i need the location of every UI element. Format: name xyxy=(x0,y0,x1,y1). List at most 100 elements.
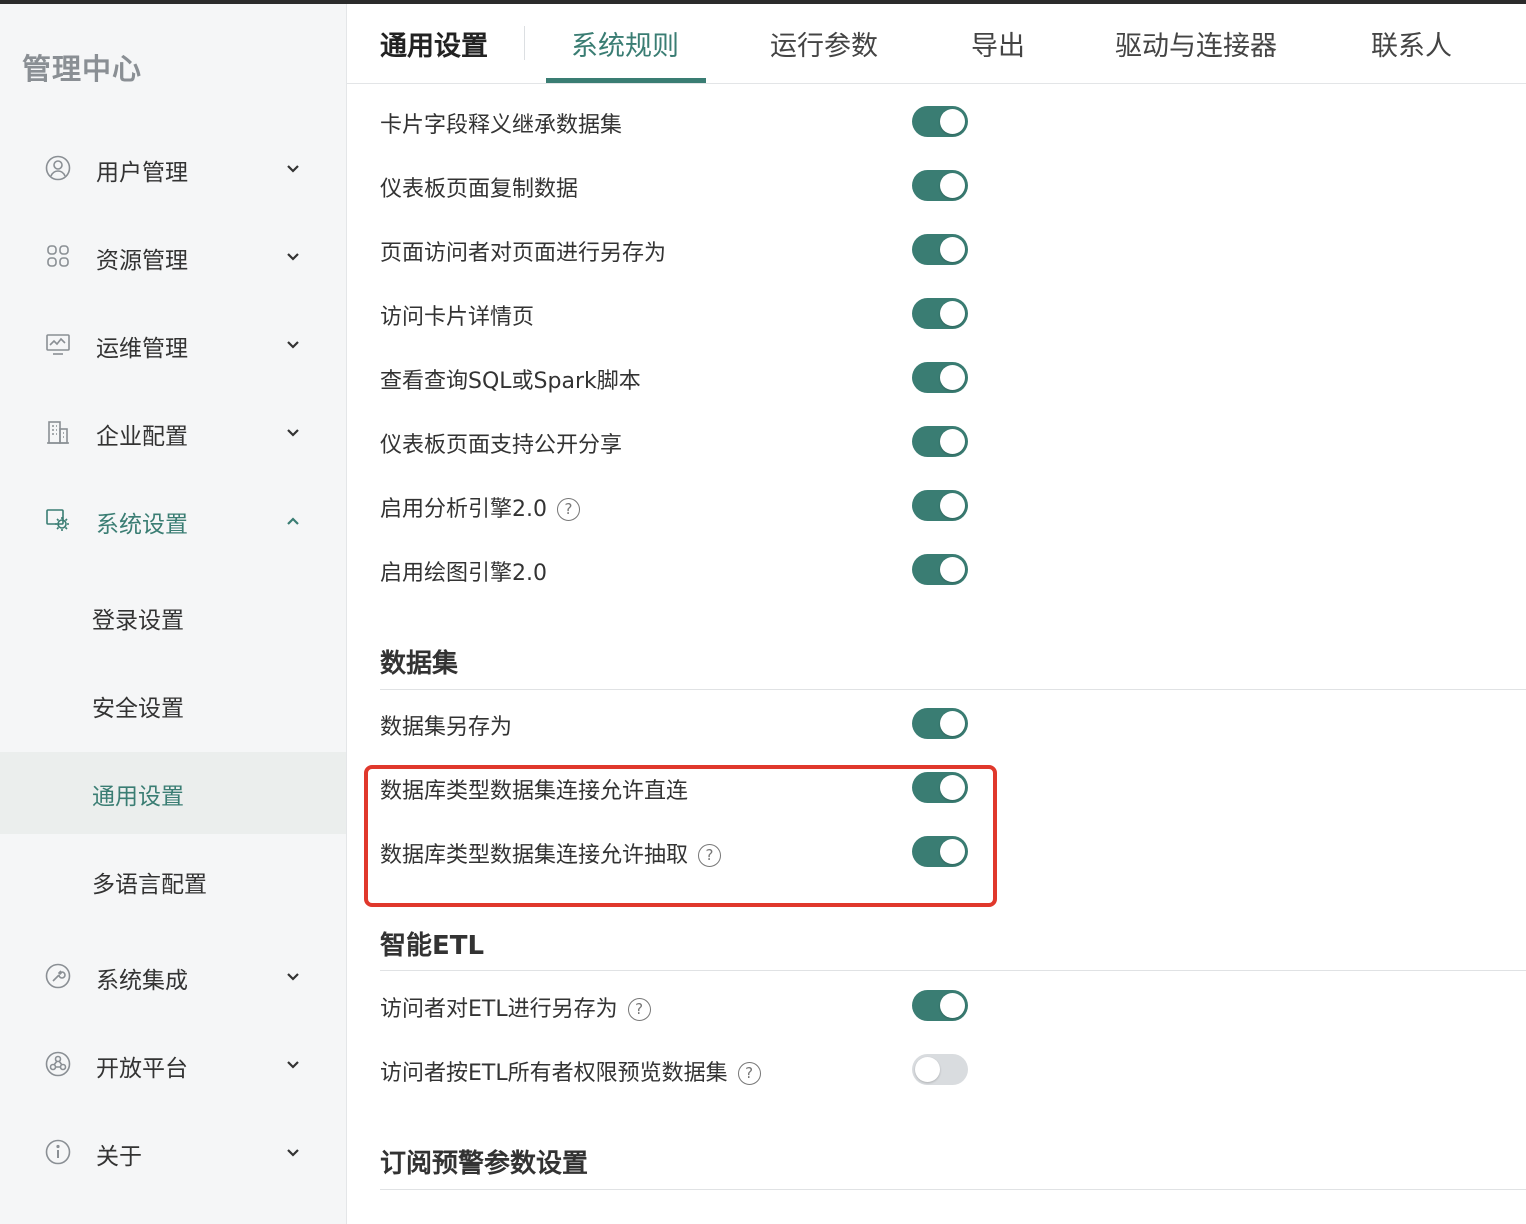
tab-contacts[interactable]: 联系人 xyxy=(1371,24,1452,63)
setting-row: 仪表板页面复制数据 xyxy=(380,165,1000,205)
toggle-knob xyxy=(940,109,965,134)
chevron-down-icon xyxy=(287,1149,299,1157)
chevron-down-icon xyxy=(287,973,299,981)
sidebar-item-label: 运维管理 xyxy=(96,336,188,362)
tab-system-rules[interactable]: 系统规则 xyxy=(571,24,679,63)
sidebar-subitem-login-settings[interactable]: 登录设置 xyxy=(0,576,346,658)
setting-row: 卡片字段释义继承数据集 xyxy=(380,101,1000,141)
sidebar-item-label: 系统设置 xyxy=(96,512,188,538)
setting-toggle[interactable] xyxy=(912,298,968,329)
sidebar-item-system-settings[interactable]: 系统设置 xyxy=(0,490,347,550)
chevron-down-icon xyxy=(287,253,299,261)
setting-label: 启用绘图引擎2.0 xyxy=(380,561,547,586)
toggle-knob xyxy=(940,557,965,582)
setting-label: 访问者按ETL所有者权限预览数据集? xyxy=(380,1055,761,1087)
section-title-etl: 智能ETL xyxy=(380,931,485,961)
help-icon[interactable]: ? xyxy=(557,498,580,521)
setting-toggle[interactable] xyxy=(912,106,968,137)
setting-row: 访问者对ETL进行另存为? xyxy=(380,985,1000,1025)
grid-icon xyxy=(47,245,69,267)
help-icon[interactable]: ? xyxy=(737,1062,761,1085)
chevron-down-icon xyxy=(287,429,299,437)
setting-label-text: 启用分析引擎2.0 xyxy=(380,497,547,522)
sidebar-item-open-platform[interactable]: 开放平台 xyxy=(0,1034,347,1094)
tab-export[interactable]: 导出 xyxy=(971,24,1025,63)
chevron-down-icon xyxy=(287,1061,299,1069)
setting-label: 仪表板页面支持公开分享 xyxy=(380,433,623,458)
help-icon[interactable]: ? xyxy=(627,998,651,1021)
setting-label-text: 访问者对ETL进行另存为 xyxy=(380,997,618,1022)
setting-toggle[interactable] xyxy=(912,170,968,201)
building-icon xyxy=(47,421,69,444)
section-divider xyxy=(380,1189,1526,1190)
setting-toggle[interactable] xyxy=(912,554,968,585)
setting-label-text: 访问者按ETL所有者权限预览数据集 xyxy=(380,1061,728,1086)
settings-tabs: 通用设置 系统规则 运行参数 导出 驱动与连接器 联系人 xyxy=(347,4,1526,84)
toggle-knob xyxy=(940,173,965,198)
setting-row: 查看查询SQL或Spark脚本 xyxy=(380,357,1000,397)
sidebar-subitem-label: 安全设置 xyxy=(92,696,184,722)
sidebar-item-ops-management[interactable]: 运维管理 xyxy=(0,314,347,374)
setting-label: 启用分析引擎2.0? xyxy=(380,491,580,523)
sidebar-item-enterprise-config[interactable]: 企业配置 xyxy=(0,402,347,462)
setting-toggle[interactable] xyxy=(912,234,968,265)
chevron-up-icon xyxy=(287,517,299,525)
sidebar-item-user-management[interactable]: 用户管理 xyxy=(0,138,347,198)
wrench-icon xyxy=(45,963,71,989)
setting-row: 数据集另存为 xyxy=(380,703,1000,743)
tab-runtime-params[interactable]: 运行参数 xyxy=(770,24,878,63)
sidebar-subitem-security-settings[interactable]: 安全设置 xyxy=(0,664,346,746)
chevron-down-icon xyxy=(287,165,299,173)
sidebar-subitem-language-config[interactable]: 多语言配置 xyxy=(0,840,346,922)
setting-label: 页面访问者对页面进行另存为 xyxy=(380,241,667,266)
setting-toggle[interactable] xyxy=(912,490,968,521)
sidebar-item-label: 系统集成 xyxy=(96,968,188,994)
setting-label: 卡片字段释义继承数据集 xyxy=(380,113,623,138)
sidebar-item-label: 用户管理 xyxy=(96,160,188,186)
sidebar-item-label: 开放平台 xyxy=(96,1056,188,1082)
active-tab-indicator xyxy=(546,78,706,83)
setting-row: 页面访问者对页面进行另存为 xyxy=(380,229,1000,269)
chevron-down-icon xyxy=(287,341,299,349)
tab-general-settings[interactable]: 通用设置 xyxy=(380,24,488,63)
setting-row: 访问卡片详情页 xyxy=(380,293,1000,333)
setting-row: 访问者按ETL所有者权限预览数据集? xyxy=(380,1049,1000,1089)
sidebar-item-resource-management[interactable]: 资源管理 xyxy=(0,226,347,286)
monitor-icon xyxy=(46,334,70,355)
setting-toggle[interactable] xyxy=(912,1054,968,1085)
sidebar-subitem-general-settings[interactable]: 通用设置 xyxy=(0,752,346,834)
info-icon xyxy=(45,1139,71,1165)
setting-label: 访问卡片详情页 xyxy=(380,305,535,330)
sidebar-item-label: 企业配置 xyxy=(96,424,188,450)
toggle-knob xyxy=(940,237,965,262)
sidebar-subitem-label: 多语言配置 xyxy=(92,872,207,898)
brand-title: 管理中心 xyxy=(22,52,143,86)
tab-drivers-connectors[interactable]: 驱动与连接器 xyxy=(1115,24,1277,63)
settings-icon xyxy=(46,509,69,531)
setting-row: 仪表板页面支持公开分享 xyxy=(380,421,1000,461)
highlight-annotation-box xyxy=(364,765,997,907)
setting-toggle[interactable] xyxy=(912,708,968,739)
setting-label: 数据集另存为 xyxy=(380,715,513,740)
setting-row: 启用绘图引擎2.0 xyxy=(380,549,1000,589)
sidebar-subitem-label: 登录设置 xyxy=(92,608,184,634)
section-divider xyxy=(380,970,1526,971)
toggle-knob xyxy=(940,365,965,390)
toggle-knob xyxy=(940,301,965,326)
network-icon xyxy=(45,1051,71,1077)
user-circle-icon xyxy=(45,155,71,181)
toggle-knob xyxy=(915,1057,940,1082)
sidebar-subitem-label: 通用设置 xyxy=(92,784,184,810)
setting-label: 访问者对ETL进行另存为? xyxy=(380,991,651,1023)
sidebar-item-label: 资源管理 xyxy=(96,248,188,274)
toggle-knob xyxy=(940,493,965,518)
setting-toggle[interactable] xyxy=(912,990,968,1021)
setting-label: 仪表板页面复制数据 xyxy=(380,177,579,202)
section-title-subscription-alert: 订阅预警参数设置 xyxy=(380,1149,589,1179)
setting-toggle[interactable] xyxy=(912,362,968,393)
sidebar-item-about[interactable]: 关于 xyxy=(0,1122,347,1182)
section-divider xyxy=(380,689,1526,690)
setting-toggle[interactable] xyxy=(912,426,968,457)
sidebar-item-system-integration[interactable]: 系统集成 xyxy=(0,946,347,1006)
sidebar: 管理中心 用户管理 资源管理 运维管理 企业配置 系统设置 登录设置 安全设置 … xyxy=(0,4,347,1224)
